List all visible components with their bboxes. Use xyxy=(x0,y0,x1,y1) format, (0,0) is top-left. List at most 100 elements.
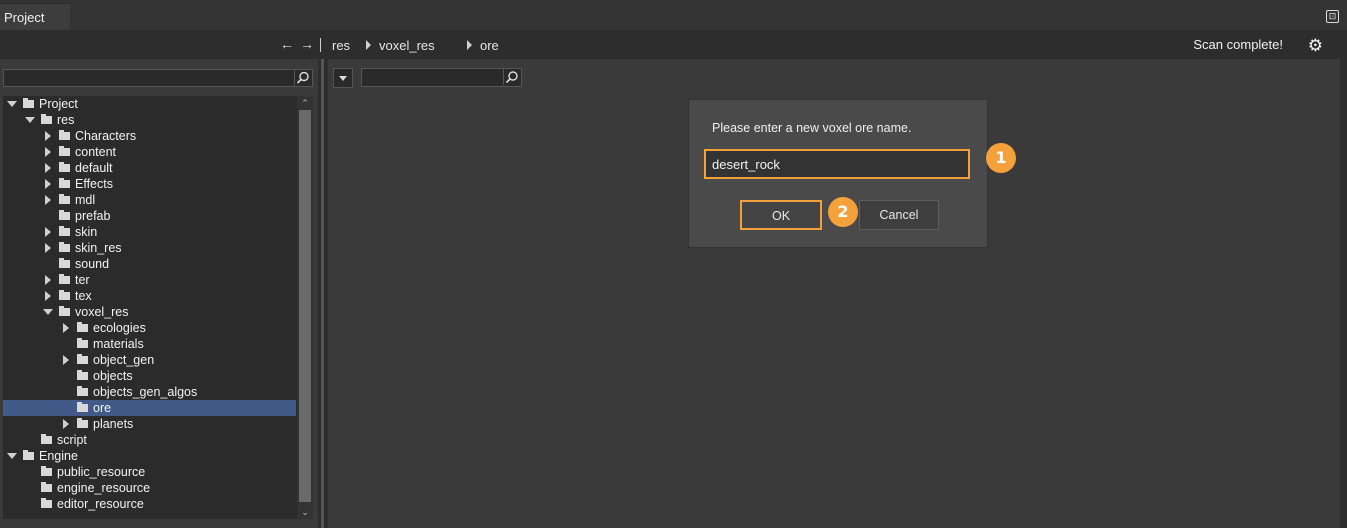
gear-icon[interactable]: ⚙ xyxy=(1308,36,1323,56)
tree-item-mdl[interactable]: mdl xyxy=(3,192,296,208)
tree-item-planets[interactable]: planets xyxy=(3,416,296,432)
breadcrumb-res[interactable]: res xyxy=(332,38,350,53)
filter-dropdown-button[interactable] xyxy=(333,68,353,88)
folder-icon xyxy=(77,370,88,380)
tree-item-label: materials xyxy=(93,337,144,351)
tree-item-ore[interactable]: ore xyxy=(3,400,296,416)
tree-item-content[interactable]: content xyxy=(3,144,296,160)
tree-item-label: script xyxy=(57,433,87,447)
tree-item-skin-res[interactable]: skin_res xyxy=(3,240,296,256)
folder-icon xyxy=(59,146,70,156)
tree-item-label: editor_resource xyxy=(57,497,144,511)
folder-icon xyxy=(59,290,70,300)
tree-item-label: res xyxy=(57,113,75,127)
dialog-prompt: Please enter a new voxel ore name. xyxy=(712,121,912,135)
collapse-arrow-icon[interactable] xyxy=(45,163,51,173)
expand-arrow-icon[interactable] xyxy=(25,117,35,123)
tree-item-label: objects_gen_algos xyxy=(93,385,198,399)
tree-item-label: ecologies xyxy=(93,321,146,335)
tree-item-label: Characters xyxy=(75,129,137,143)
folder-icon xyxy=(59,242,70,252)
collapse-arrow-icon[interactable] xyxy=(63,419,69,429)
panel-splitter[interactable] xyxy=(318,59,328,528)
scrollbar-thumb[interactable] xyxy=(299,110,311,502)
breadcrumb-ore[interactable]: ore xyxy=(480,38,499,53)
folder-icon xyxy=(77,402,88,412)
tree-item-voxel-res[interactable]: voxel_res xyxy=(3,304,296,320)
tree-item-skin[interactable]: skin xyxy=(3,224,296,240)
ok-button[interactable]: OK xyxy=(740,200,822,230)
scroll-down-icon[interactable]: ⌄ xyxy=(300,507,310,517)
tree-item-label: public_resource xyxy=(57,465,146,479)
asset-search-input[interactable] xyxy=(361,68,522,87)
tree-item-engine[interactable]: Engine xyxy=(3,448,296,464)
collapse-arrow-icon[interactable] xyxy=(45,147,51,157)
folder-icon xyxy=(41,114,52,124)
collapse-arrow-icon[interactable] xyxy=(63,355,69,365)
collapse-arrow-icon[interactable] xyxy=(45,275,51,285)
tree-item-public-resource[interactable]: public_resource xyxy=(3,464,296,480)
collapse-arrow-icon[interactable] xyxy=(45,131,51,141)
folder-icon xyxy=(59,258,70,268)
cancel-button[interactable]: Cancel xyxy=(859,200,939,230)
folder-icon xyxy=(41,466,52,476)
collapse-arrow-icon[interactable] xyxy=(45,291,51,301)
folder-icon xyxy=(59,178,70,188)
folder-icon xyxy=(41,482,52,492)
collapse-arrow-icon[interactable] xyxy=(45,195,51,205)
tree-item-project[interactable]: Project xyxy=(3,96,296,112)
panel-titlebar: Project ⊡ xyxy=(0,0,1347,30)
expand-arrow-icon[interactable] xyxy=(7,453,17,459)
tree-item-label: engine_resource xyxy=(57,481,151,495)
back-arrow-icon[interactable]: ← xyxy=(280,36,294,52)
tree-item-ter[interactable]: ter xyxy=(3,272,296,288)
tree-item-default[interactable]: default xyxy=(3,160,296,176)
folder-icon xyxy=(59,306,70,316)
tree-item-label: skin_res xyxy=(75,241,122,255)
search-icon[interactable] xyxy=(294,70,312,86)
tree-item-engine-resource[interactable]: engine_resource xyxy=(3,480,296,496)
breadcrumb-voxel-res[interactable]: voxel_res xyxy=(379,38,435,53)
tree-item-object-gen[interactable]: object_gen xyxy=(3,352,296,368)
right-panel-edge xyxy=(1340,59,1347,528)
folder-tree: editor_resource engine_resource public_res… xyxy=(3,96,313,519)
tree-item-effects[interactable]: Effects xyxy=(3,176,296,192)
breadcrumb-chevron-icon xyxy=(366,40,371,50)
search-icon[interactable] xyxy=(503,69,521,85)
tree-item-label: sound xyxy=(75,257,110,271)
toolbar-separator xyxy=(320,38,321,52)
tree-item-sound[interactable]: sound xyxy=(3,256,296,272)
tree-item-label: objects xyxy=(93,369,133,383)
tree-item-objects-gen-algos[interactable]: objects_gen_algos xyxy=(3,384,296,400)
tree-scrollbar[interactable]: ⌃ ⌄ xyxy=(297,96,313,519)
collapse-arrow-icon[interactable] xyxy=(45,179,51,189)
tree-item-tex[interactable]: tex xyxy=(3,288,296,304)
tree-item-ecologies[interactable]: ecologies xyxy=(3,320,296,336)
tree-item-materials[interactable]: materials xyxy=(3,336,296,352)
tab-project[interactable]: Project xyxy=(0,3,70,30)
tree-item-label: ore xyxy=(93,401,112,415)
tree-item-script[interactable]: script xyxy=(3,432,296,448)
tree-item-characters[interactable]: Characters xyxy=(3,128,296,144)
forward-arrow-icon[interactable]: → xyxy=(300,36,314,52)
tree-item-editor-resource[interactable]: editor_resource xyxy=(3,496,296,512)
folder-icon xyxy=(77,354,88,364)
step-callout-2: 2 xyxy=(828,197,858,227)
tree-item-label: content xyxy=(75,145,117,159)
tree-item-res[interactable]: res xyxy=(3,112,296,128)
expand-arrow-icon[interactable] xyxy=(7,101,17,107)
folder-icon xyxy=(23,450,34,460)
expand-arrow-icon[interactable] xyxy=(43,309,53,315)
scroll-up-icon[interactable]: ⌃ xyxy=(300,98,310,108)
collapse-arrow-icon[interactable] xyxy=(45,243,51,253)
pin-icon[interactable]: ⊡ xyxy=(1326,10,1339,23)
tree-item-prefab[interactable]: prefab xyxy=(3,208,296,224)
collapse-arrow-icon[interactable] xyxy=(63,323,69,333)
ore-name-input[interactable] xyxy=(704,149,970,179)
collapse-arrow-icon[interactable] xyxy=(45,227,51,237)
tree-item-objects[interactable]: objects xyxy=(3,368,296,384)
tree-item-label: default xyxy=(75,161,113,175)
folder-icon xyxy=(59,130,70,140)
tree-search-input[interactable] xyxy=(3,69,313,87)
folder-icon xyxy=(77,418,88,428)
